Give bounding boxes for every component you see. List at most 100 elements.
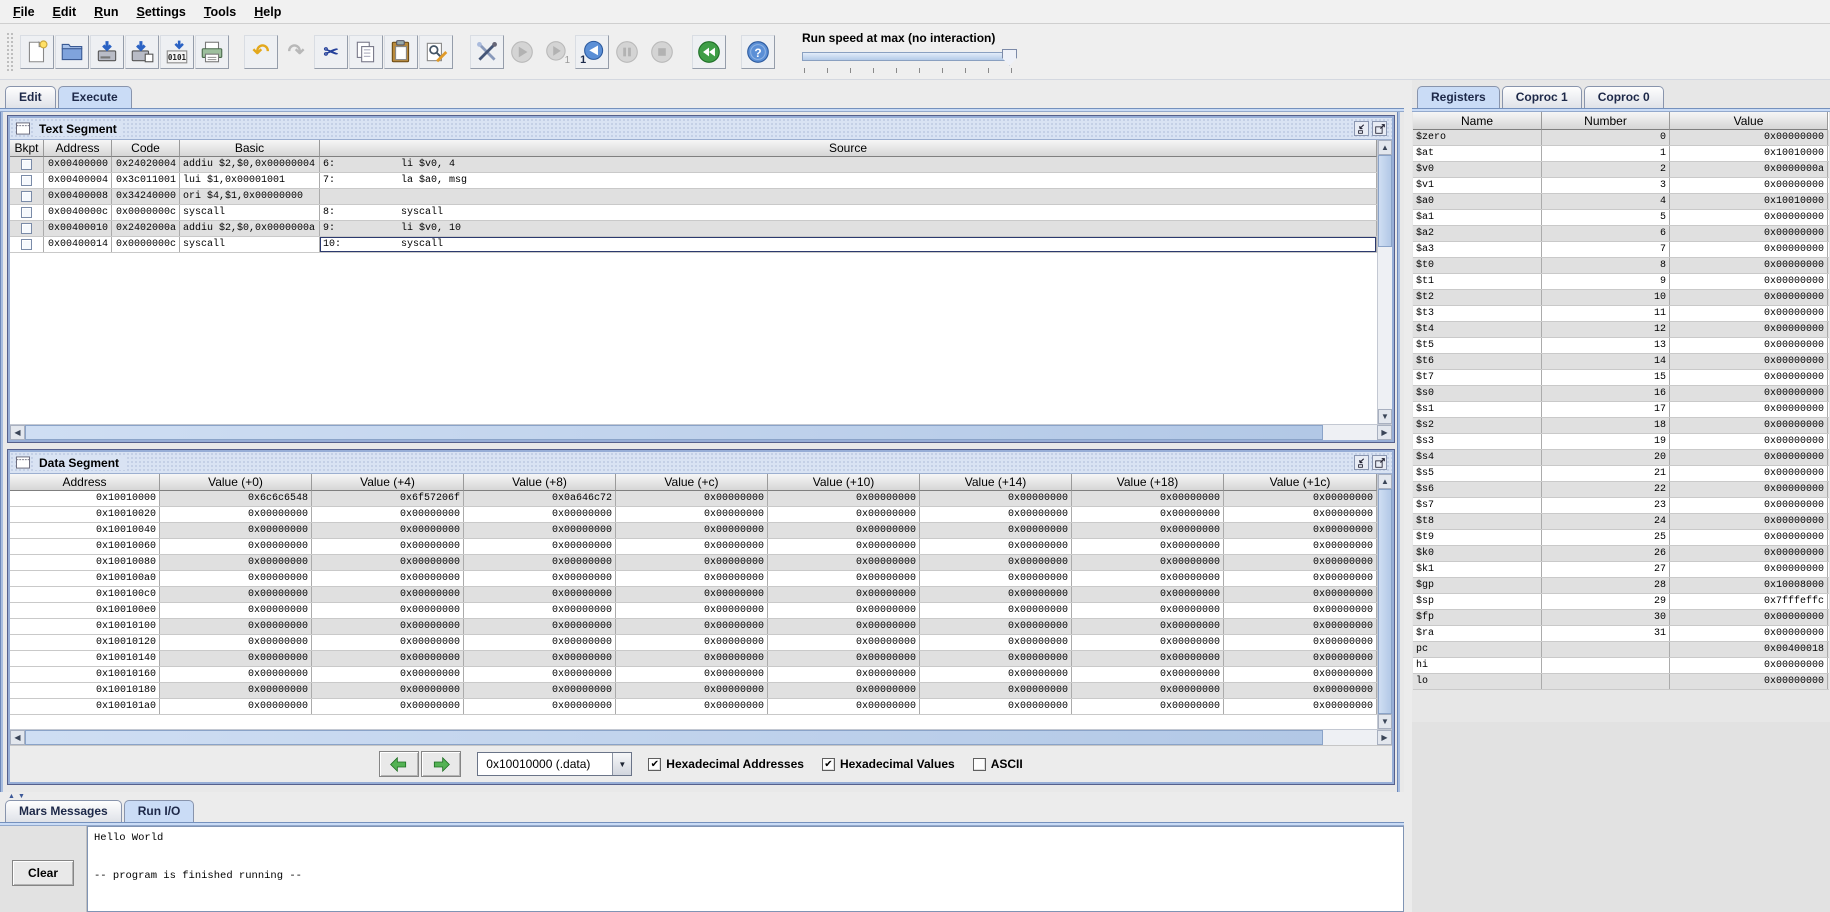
dump-memory-button[interactable]: 0101 (160, 34, 194, 69)
tab-run-i-o[interactable]: Run I/O (123, 800, 195, 822)
value-cell[interactable]: 0x00000000 (464, 683, 616, 698)
toolbar-drag-handle[interactable] (6, 31, 14, 72)
prev-range-button[interactable] (379, 751, 420, 777)
value-cell[interactable]: 0x00000000 (464, 699, 616, 714)
register-value-cell[interactable]: 0x00000000 (1670, 242, 1828, 257)
register-value-cell[interactable]: 0x00000000 (1670, 514, 1828, 529)
memory-range-combobox[interactable]: 0x10010000 (.data) ▼ (477, 752, 633, 776)
data-horizontal-scrollbar[interactable]: ◀ ▶ (10, 729, 1392, 745)
register-value-cell[interactable]: 0x00000000 (1670, 226, 1828, 241)
maximize-window-button[interactable] (1372, 455, 1387, 470)
paste-button[interactable] (384, 34, 418, 69)
column-header-value-10[interactable]: Value (+10) (768, 474, 920, 491)
register-value-cell[interactable]: 0x00000000 (1670, 338, 1828, 353)
value-cell[interactable]: 0x00000000 (464, 555, 616, 570)
column-header-source[interactable]: Source (320, 140, 1377, 157)
value-cell[interactable]: 0x00000000 (768, 571, 920, 586)
register-value-cell[interactable]: 0x00000000 (1670, 274, 1828, 289)
value-cell[interactable]: 0x00000000 (920, 539, 1072, 554)
value-cell[interactable]: 0x00000000 (1072, 539, 1224, 554)
value-cell[interactable]: 0x00000000 (1072, 507, 1224, 522)
column-header-address[interactable]: Address (44, 140, 112, 157)
value-cell[interactable]: 0x00000000 (616, 619, 768, 634)
value-cell[interactable]: 0x00000000 (920, 603, 1072, 618)
value-cell[interactable]: 0x00000000 (1072, 603, 1224, 618)
scroll-down-icon[interactable]: ▼ (1378, 714, 1392, 729)
value-cell[interactable]: 0x00000000 (1224, 587, 1377, 602)
value-cell[interactable]: 0x00000000 (312, 651, 464, 666)
hexadecimal-addresses-checkbox[interactable]: ✔ Hexadecimal Addresses (648, 757, 804, 771)
value-cell[interactable]: 0x00000000 (312, 603, 464, 618)
register-value-cell[interactable]: 0x00000000 (1670, 530, 1828, 545)
breakpoint-checkbox[interactable] (21, 223, 32, 234)
splitter-up-icon[interactable]: ▲ (8, 793, 15, 800)
ascii-checkbox[interactable]: ASCII (972, 757, 1023, 771)
value-cell[interactable]: 0x00000000 (160, 555, 312, 570)
value-cell[interactable]: 0x00000000 (160, 699, 312, 714)
value-cell[interactable]: 0x00000000 (312, 683, 464, 698)
value-cell[interactable]: 0x6f57206f (312, 491, 464, 506)
value-cell[interactable]: 0x00000000 (920, 571, 1072, 586)
value-cell[interactable]: 0x00000000 (1072, 619, 1224, 634)
checkbox-box[interactable]: ✔ (821, 757, 835, 771)
value-cell[interactable]: 0x00000000 (464, 587, 616, 602)
find-replace-button[interactable] (419, 34, 453, 69)
value-cell[interactable]: 0x00000000 (920, 635, 1072, 650)
register-value-cell[interactable]: 0x00000000 (1670, 610, 1828, 625)
backstep-button[interactable]: 1 (575, 34, 609, 69)
tab-coproc-1[interactable]: Coproc 1 (1501, 86, 1582, 108)
value-cell[interactable]: 0x00000000 (768, 555, 920, 570)
scrollbar-thumb[interactable] (25, 425, 1323, 440)
value-cell[interactable]: 0x00000000 (616, 667, 768, 682)
column-header-address[interactable]: Address (10, 474, 160, 491)
column-header-number[interactable]: Number (1542, 112, 1670, 130)
register-value-cell[interactable]: 0x00000000 (1670, 386, 1828, 401)
value-cell[interactable]: 0x00000000 (1224, 667, 1377, 682)
register-value-cell[interactable]: 0x10008000 (1670, 578, 1828, 593)
new-file-button[interactable] (20, 34, 54, 69)
value-cell[interactable]: 0x00000000 (920, 683, 1072, 698)
value-cell[interactable]: 0x00000000 (464, 651, 616, 666)
scrollbar-thumb[interactable] (25, 730, 1323, 745)
column-header-value-0[interactable]: Value (+0) (160, 474, 312, 491)
register-value-cell[interactable]: 0x7fffeffc (1670, 594, 1828, 609)
value-cell[interactable]: 0x00000000 (1072, 683, 1224, 698)
register-value-cell[interactable]: 0x0000000a (1670, 162, 1828, 177)
value-cell[interactable]: 0x00000000 (160, 523, 312, 538)
menu-file[interactable]: File (4, 0, 44, 24)
value-cell[interactable]: 0x00000000 (1224, 603, 1377, 618)
value-cell[interactable]: 0x00000000 (1224, 491, 1377, 506)
column-header-value[interactable]: Value (1670, 112, 1828, 130)
column-header-value-18[interactable]: Value (+18) (1072, 474, 1224, 491)
column-header-bkpt[interactable]: Bkpt (10, 140, 44, 157)
register-value-cell[interactable]: 0x00000000 (1670, 178, 1828, 193)
column-header-value-14[interactable]: Value (+14) (920, 474, 1072, 491)
scroll-up-icon[interactable]: ▲ (1378, 474, 1392, 489)
run-speed-slider[interactable] (802, 48, 1017, 66)
tab-mars-messages[interactable]: Mars Messages (5, 800, 122, 822)
register-value-cell[interactable]: 0x00000000 (1670, 418, 1828, 433)
register-value-cell[interactable]: 0x00000000 (1670, 434, 1828, 449)
register-value-cell[interactable]: 0x00000000 (1670, 130, 1828, 145)
restore-window-button[interactable] (1354, 455, 1369, 470)
scroll-down-icon[interactable]: ▼ (1378, 409, 1392, 424)
print-button[interactable] (195, 34, 229, 69)
value-cell[interactable]: 0x00000000 (160, 603, 312, 618)
value-cell[interactable]: 0x00000000 (464, 603, 616, 618)
scroll-right-icon[interactable]: ▶ (1377, 730, 1392, 745)
register-value-cell[interactable]: 0x00000000 (1670, 450, 1828, 465)
value-cell[interactable]: 0x00000000 (160, 667, 312, 682)
menu-edit[interactable]: Edit (44, 0, 86, 24)
value-cell[interactable]: 0x00000000 (464, 619, 616, 634)
value-cell[interactable]: 0x00000000 (616, 635, 768, 650)
value-cell[interactable]: 0x00000000 (312, 635, 464, 650)
value-cell[interactable]: 0x00000000 (768, 619, 920, 634)
value-cell[interactable]: 0x00000000 (1224, 651, 1377, 666)
column-header-value-1c[interactable]: Value (+1c) (1224, 474, 1377, 491)
value-cell[interactable]: 0x00000000 (312, 523, 464, 538)
column-header-value-4[interactable]: Value (+4) (312, 474, 464, 491)
value-cell[interactable]: 0x00000000 (1072, 667, 1224, 682)
value-cell[interactable]: 0x00000000 (768, 491, 920, 506)
value-cell[interactable]: 0x00000000 (1072, 555, 1224, 570)
value-cell[interactable]: 0x00000000 (160, 683, 312, 698)
